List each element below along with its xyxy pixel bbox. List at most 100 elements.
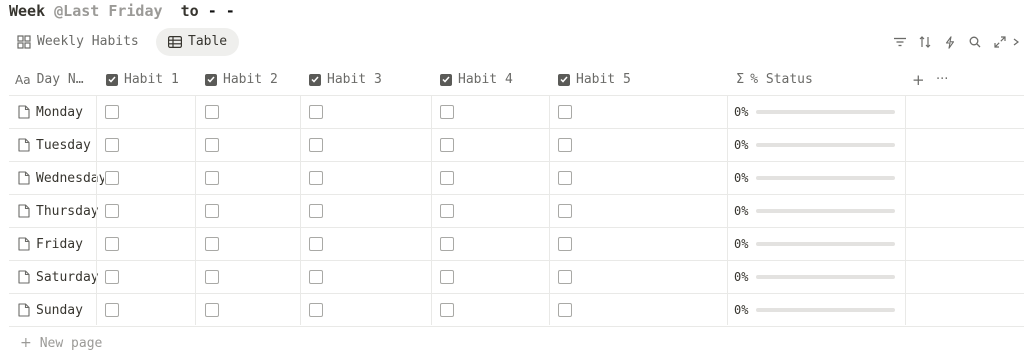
- habit-checkbox[interactable]: [440, 270, 454, 284]
- view-bar: Weekly Habits Table: [0, 28, 1024, 56]
- habit-checkbox[interactable]: [105, 270, 119, 284]
- table-row[interactable]: Wednesday 0%: [9, 162, 1024, 195]
- column-habit-4[interactable]: Habit 4: [440, 64, 513, 95]
- habit-3-cell: [309, 261, 323, 293]
- habit-2-cell: [205, 96, 219, 128]
- habit-checkbox[interactable]: [105, 303, 119, 317]
- habit-checkbox[interactable]: [105, 171, 119, 185]
- page-icon: [18, 171, 30, 185]
- day-name-cell[interactable]: Sunday: [9, 294, 104, 326]
- table-row[interactable]: Sunday 0%: [9, 294, 1024, 327]
- habit-checkbox[interactable]: [205, 204, 219, 218]
- column-habit-label: Habit 1: [124, 72, 179, 87]
- habit-checkbox[interactable]: [309, 204, 323, 218]
- habit-checkbox[interactable]: [558, 138, 572, 152]
- habit-3-cell: [309, 195, 323, 227]
- habit-checkbox[interactable]: [205, 270, 219, 284]
- day-name-cell[interactable]: Monday: [9, 96, 104, 128]
- column-habit-label: Habit 4: [458, 72, 513, 87]
- page-icon: [18, 237, 30, 251]
- habit-checkbox[interactable]: [440, 105, 454, 119]
- table-row[interactable]: Tuesday 0%: [9, 129, 1024, 162]
- date-mention[interactable]: @Last Friday: [54, 2, 162, 20]
- habit-checkbox[interactable]: [440, 237, 454, 251]
- habit-1-cell: [105, 129, 119, 161]
- habit-checkbox[interactable]: [205, 138, 219, 152]
- habit-checkbox[interactable]: [205, 303, 219, 317]
- column-status[interactable]: Σ % Status: [736, 64, 813, 95]
- table-row[interactable]: Thursday 0%: [9, 195, 1024, 228]
- habit-checkbox[interactable]: [558, 270, 572, 284]
- page-title: Week @Last Friday to - -: [9, 0, 235, 22]
- habit-checkbox[interactable]: [558, 204, 572, 218]
- table-row[interactable]: Saturday 0%: [9, 261, 1024, 294]
- text-type-icon: Aa: [15, 72, 31, 87]
- expand-icon[interactable]: [987, 33, 1012, 51]
- day-name-cell[interactable]: Friday: [9, 228, 104, 260]
- habit-1-cell: [105, 96, 119, 128]
- habit-checkbox[interactable]: [105, 138, 119, 152]
- add-column-button[interactable]: +: [912, 64, 925, 95]
- tab-table[interactable]: Table: [156, 28, 240, 56]
- habit-4-cell: [440, 261, 454, 293]
- progress-bar: [756, 209, 896, 213]
- plus-icon: +: [912, 70, 925, 89]
- habit-5-cell: [558, 261, 572, 293]
- habit-2-cell: [205, 261, 219, 293]
- day-name-cell[interactable]: Tuesday: [9, 129, 104, 161]
- day-name-cell[interactable]: Saturday: [9, 261, 104, 293]
- automation-icon[interactable]: [937, 33, 962, 51]
- habit-checkbox[interactable]: [440, 303, 454, 317]
- habit-checkbox[interactable]: [309, 270, 323, 284]
- habit-checkbox[interactable]: [309, 237, 323, 251]
- habit-checkbox[interactable]: [205, 171, 219, 185]
- table-row[interactable]: Monday 0%: [9, 96, 1024, 129]
- habit-checkbox[interactable]: [105, 237, 119, 251]
- day-name-cell[interactable]: Thursday: [9, 195, 104, 227]
- tab-weekly-habits[interactable]: Weekly Habits: [17, 28, 139, 56]
- day-name-cell[interactable]: Wednesday: [9, 162, 104, 194]
- habit-checkbox[interactable]: [309, 138, 323, 152]
- filter-icon[interactable]: [887, 33, 912, 51]
- column-habit-1[interactable]: Habit 1: [106, 64, 179, 95]
- column-name[interactable]: Aa Day N…: [15, 64, 84, 95]
- column-habit-3[interactable]: Habit 3: [309, 64, 382, 95]
- new-page-button[interactable]: + New page: [20, 334, 102, 352]
- habit-checkbox[interactable]: [205, 237, 219, 251]
- habit-checkbox[interactable]: [440, 138, 454, 152]
- habit-2-cell: [205, 162, 219, 194]
- search-icon[interactable]: [962, 33, 987, 51]
- habit-checkbox[interactable]: [440, 171, 454, 185]
- column-habit-2[interactable]: Habit 2: [205, 64, 278, 95]
- habit-checkbox[interactable]: [558, 171, 572, 185]
- status-cell: 0%: [734, 96, 896, 128]
- day-name: Thursday: [36, 203, 99, 219]
- column-options-button[interactable]: ···: [936, 64, 948, 95]
- habit-checkbox[interactable]: [105, 204, 119, 218]
- habit-checkbox[interactable]: [309, 303, 323, 317]
- status-cell: 0%: [734, 261, 896, 293]
- habit-2-cell: [205, 294, 219, 326]
- habit-checkbox[interactable]: [558, 237, 572, 251]
- column-divider: [431, 95, 432, 325]
- day-name: Saturday: [36, 269, 99, 285]
- table-body: Monday 0% Tuesday 0% Wednesday 0% Thursday 0% Fr…: [9, 96, 1024, 327]
- sort-icon[interactable]: [912, 33, 937, 51]
- habit-checkbox[interactable]: [558, 105, 572, 119]
- column-habit-5[interactable]: Habit 5: [558, 64, 631, 95]
- habit-checkbox[interactable]: [205, 105, 219, 119]
- tab-table-label: Table: [188, 34, 228, 49]
- habit-checkbox[interactable]: [440, 204, 454, 218]
- table-header: Aa Day N… Habit 1 Habit 2 Habit 3 Habit …: [9, 64, 1024, 96]
- column-name-label: Day N…: [36, 72, 84, 87]
- more-icon[interactable]: [1012, 33, 1024, 51]
- page-icon: [18, 138, 30, 152]
- habit-checkbox[interactable]: [558, 303, 572, 317]
- habit-checkbox[interactable]: [105, 105, 119, 119]
- formula-icon: Σ: [736, 72, 745, 87]
- table-row[interactable]: Friday 0%: [9, 228, 1024, 261]
- habit-checkbox[interactable]: [309, 171, 323, 185]
- habit-1-cell: [105, 162, 119, 194]
- habit-1-cell: [105, 228, 119, 260]
- habit-checkbox[interactable]: [309, 105, 323, 119]
